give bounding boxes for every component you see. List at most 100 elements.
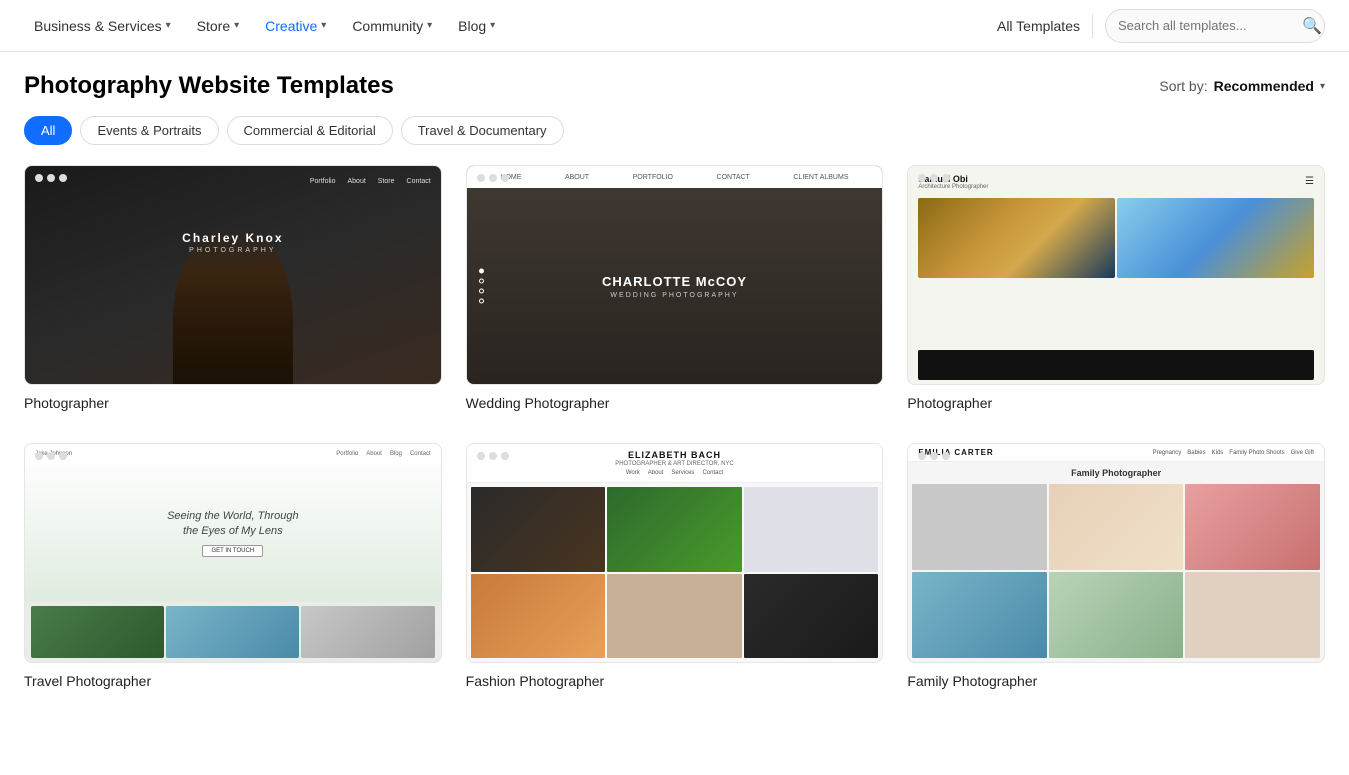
template-thumb-samuel: Samuel Obi Architecture Photographer ☰ [907, 165, 1325, 385]
emilia-grid [908, 484, 1324, 662]
all-templates-link[interactable]: All Templates [997, 18, 1080, 34]
template-card-elizabeth[interactable]: ELIZABETH BACH PHOTOGRAPHER & ART DIRECT… [466, 443, 884, 689]
window-chrome [35, 452, 67, 460]
sort-dropdown[interactable]: Sort by: Recommended ▾ [1159, 78, 1325, 94]
charlotte-navbar: HOME ABOUT PORTFOLIO CONTACT CLIENT ALBU… [467, 166, 883, 188]
dot [942, 452, 950, 460]
nav-blog-label: Blog [458, 18, 486, 34]
emilia-grid-5 [1049, 572, 1184, 658]
filter-travel-documentary[interactable]: Travel & Documentary [401, 116, 564, 145]
dot [477, 174, 485, 182]
nav-creative[interactable]: Creative ▾ [255, 12, 336, 40]
charlotte-big-name: CHARLOTTE McCOY [602, 274, 747, 289]
chevron-down-icon: ▾ [1320, 81, 1325, 92]
dot [489, 174, 497, 182]
templates-grid: Charley Knox PHOTOGRAPHY Portfolio About… [0, 165, 1349, 721]
dot [489, 452, 497, 460]
nav-left: Business & Services ▾ Store ▾ Creative ▾… [24, 12, 997, 40]
emilia-grid-3 [1185, 484, 1320, 570]
elizabeth-name: ELIZABETH BACH [628, 450, 721, 460]
chevron-down-icon: ▾ [234, 20, 239, 31]
elizabeth-grid-5 [607, 574, 742, 659]
nav-business-services[interactable]: Business & Services ▾ [24, 12, 181, 40]
travel-topbar: Jake Johnson Portfolio About Blog Contac… [25, 444, 441, 464]
template-card-charley-knox[interactable]: Charley Knox PHOTOGRAPHY Portfolio About… [24, 165, 442, 411]
template-thumb-emilia: EMILIA CARTER Pregnancy Babies Kids Fami… [907, 443, 1325, 663]
template-card-samuel[interactable]: Samuel Obi Architecture Photographer ☰ P… [907, 165, 1325, 411]
charley-name: Charley Knox [182, 231, 283, 245]
template-label-samuel: Photographer [907, 395, 1325, 411]
sort-value: Recommended [1214, 78, 1314, 94]
sort-label: Sort by: [1159, 78, 1207, 94]
dot [501, 174, 509, 182]
nav-store[interactable]: Store ▾ [187, 12, 250, 40]
chevron-down-icon: ▾ [427, 20, 432, 31]
elizabeth-grid-4 [471, 574, 606, 659]
window-chrome [918, 452, 950, 460]
emilia-header: EMILIA CARTER Pregnancy Babies Kids Fami… [908, 444, 1324, 462]
samuel-img-2 [1117, 198, 1314, 278]
template-label-emilia: Family Photographer [907, 673, 1325, 689]
search-bar[interactable]: 🔍 [1105, 9, 1325, 43]
template-label-elizabeth: Fashion Photographer [466, 673, 884, 689]
travel-cta-button: GET IN TOUCH [202, 545, 263, 557]
travel-img-3 [301, 606, 434, 658]
samuel-images [908, 198, 1324, 346]
nav-community-label: Community [352, 18, 423, 34]
page-title: Photography Website Templates [24, 72, 394, 100]
emilia-nav: Pregnancy Babies Kids Family Photo Shoot… [1153, 450, 1314, 456]
elizabeth-grid-3 [744, 487, 879, 572]
dot [918, 452, 926, 460]
dot [47, 452, 55, 460]
samuel-img-1 [918, 198, 1115, 278]
travel-hero-text: Seeing the World, Throughthe Eyes of My … [167, 509, 298, 540]
dot [501, 452, 509, 460]
main-nav: Business & Services ▾ Store ▾ Creative ▾… [0, 0, 1349, 52]
dot [59, 174, 67, 182]
elizabeth-grid [467, 483, 883, 662]
nav-blog[interactable]: Blog ▾ [448, 12, 505, 40]
window-chrome [35, 174, 67, 182]
dot [942, 174, 950, 182]
samuel-menu-icon: ☰ [1305, 177, 1314, 187]
page-header: Photography Website Templates Sort by: R… [0, 52, 1349, 116]
filter-commercial-editorial[interactable]: Commercial & Editorial [227, 116, 393, 145]
samuel-sub: Architecture Photographer [918, 184, 988, 190]
template-thumb-travel: Jake Johnson Portfolio About Blog Contac… [24, 443, 442, 663]
charlotte-side-dots [479, 269, 484, 304]
filter-all[interactable]: All [24, 116, 72, 145]
dot [59, 452, 67, 460]
window-chrome [918, 174, 950, 182]
nav-store-label: Store [197, 18, 230, 34]
side-dot [479, 269, 484, 274]
nav-divider [1092, 14, 1093, 38]
travel-img-1 [31, 606, 164, 658]
template-thumb-charley: Charley Knox PHOTOGRAPHY Portfolio About… [24, 165, 442, 385]
dot [35, 174, 43, 182]
travel-img-2 [166, 606, 299, 658]
travel-images [25, 602, 441, 662]
template-card-emilia[interactable]: EMILIA CARTER Pregnancy Babies Kids Fami… [907, 443, 1325, 689]
charley-topnav: Portfolio About Store Contact [310, 178, 431, 185]
elizabeth-nav: Work About Services Contact [626, 470, 723, 476]
emilia-family-text: Family Photographer [908, 462, 1324, 484]
samuel-bottom-bar [918, 350, 1314, 380]
filter-events-portraits[interactable]: Events & Portraits [80, 116, 218, 145]
elizabeth-grid-2 [607, 487, 742, 572]
window-chrome [477, 452, 509, 460]
elizabeth-sub: PHOTOGRAPHER & ART DIRECTOR, NYC [615, 461, 734, 467]
template-label-charley: Photographer [24, 395, 442, 411]
emilia-grid-4 [912, 572, 1047, 658]
search-input[interactable] [1118, 18, 1294, 33]
template-card-charlotte[interactable]: HOME ABOUT PORTFOLIO CONTACT CLIENT ALBU… [466, 165, 884, 411]
nav-community[interactable]: Community ▾ [342, 12, 442, 40]
dot [477, 452, 485, 460]
filter-tabs: All Events & Portraits Commercial & Edit… [0, 116, 1349, 165]
samuel-header: Samuel Obi Architecture Photographer ☰ [908, 166, 1324, 198]
dot [930, 174, 938, 182]
charlotte-hero-text: CHARLOTTE McCOY WEDDING PHOTOGRAPHY [602, 274, 747, 299]
emilia-grid-2 [1049, 484, 1184, 570]
elizabeth-header: ELIZABETH BACH PHOTOGRAPHER & ART DIRECT… [467, 444, 883, 483]
template-card-travel[interactable]: Jake Johnson Portfolio About Blog Contac… [24, 443, 442, 689]
dot [47, 174, 55, 182]
